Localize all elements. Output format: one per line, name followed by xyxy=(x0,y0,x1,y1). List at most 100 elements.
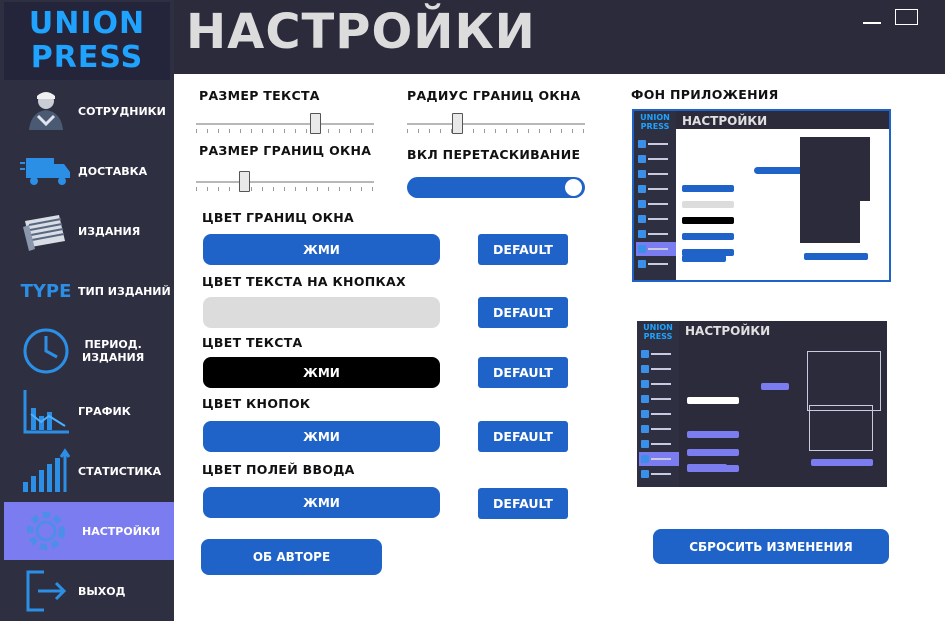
border-color-label: ЦВЕТ ГРАНИЦ ОКНА xyxy=(202,210,354,225)
input-color-default-button[interactable]: DEFAULT xyxy=(478,488,568,519)
statistics-icon xyxy=(20,448,72,494)
sidebar-item-publication-types[interactable]: TYPE ТИП ИЗДАНИЙ xyxy=(4,262,174,320)
logo-line-1: UNION xyxy=(28,6,146,41)
preview-about-button xyxy=(687,464,727,471)
clock-icon xyxy=(20,328,72,374)
slider-thumb[interactable] xyxy=(452,113,463,134)
about-author-button[interactable]: ОБ АВТОРЕ xyxy=(201,539,382,575)
sidebar-item-label: ДОСТАВКА xyxy=(78,164,148,178)
border-size-label: РАЗМЕР ГРАНИЦ ОКНА xyxy=(199,143,372,158)
preview-nav-item xyxy=(636,167,676,181)
preview-nav-item xyxy=(639,422,679,436)
toggle-knob xyxy=(565,179,582,196)
sidebar-item-employees[interactable]: СОТРУДНИКИ xyxy=(4,82,174,140)
slider-track xyxy=(407,123,585,125)
sidebar-item-label: ВЫХОД xyxy=(78,584,126,598)
app-logo: UNION PRESS xyxy=(4,2,170,80)
sidebar-item-delivery[interactable]: ДОСТАВКА xyxy=(4,142,174,200)
border-color-default-button[interactable]: DEFAULT xyxy=(478,234,568,265)
button-color-button[interactable]: ЖМИ xyxy=(203,421,440,452)
input-color-label: ЦВЕТ ПОЛЕЙ ВВОДА xyxy=(202,462,355,477)
text-size-label: РАЗМЕР ТЕКСТА xyxy=(199,88,320,103)
preview-button xyxy=(682,217,734,224)
preview-nav-item xyxy=(636,227,676,241)
gear-icon xyxy=(20,508,72,554)
preview-nav-item xyxy=(639,377,679,391)
maximize-button[interactable] xyxy=(895,9,918,25)
exit-icon xyxy=(20,568,72,614)
sidebar: UNION PRESS СОТРУДНИКИ ДОСТАВКА ИЗДАНИЯ … xyxy=(0,0,174,621)
truck-icon xyxy=(20,148,72,194)
slider-track xyxy=(196,123,374,125)
preview-nav-item xyxy=(636,152,676,166)
drag-toggle[interactable] xyxy=(407,177,585,198)
border-size-slider[interactable] xyxy=(196,169,374,195)
sidebar-item-label: НАСТРОЙКИ xyxy=(82,524,161,538)
sidebar-item-settings[interactable]: НАСТРОЙКИ xyxy=(4,502,174,560)
sidebar-item-periodicals[interactable]: ПЕРИОД. ИЗДАНИЯ xyxy=(4,322,174,380)
preview-reset-button xyxy=(804,253,868,260)
dark-theme-preview[interactable]: UNION PRESS НАСТРОЙКИ xyxy=(637,321,887,487)
preview-nav-item xyxy=(636,257,676,271)
workers-icon xyxy=(20,88,72,134)
preview-button xyxy=(687,397,739,404)
text-color-button[interactable]: ЖМИ xyxy=(203,357,440,388)
sidebar-item-label-line-1: ПЕРИОД. xyxy=(84,338,142,351)
sidebar-item-label: ГРАФИК xyxy=(78,404,131,418)
sidebar-item-publications[interactable]: ИЗДАНИЯ xyxy=(4,202,174,260)
preview-nav-item xyxy=(636,242,676,256)
preview-window xyxy=(807,351,881,411)
border-color-button[interactable]: ЖМИ xyxy=(203,234,440,265)
slider-ticks xyxy=(196,129,374,133)
type-icon: TYPE xyxy=(20,280,72,302)
logo-line-2: PRESS xyxy=(30,40,144,75)
preview-button xyxy=(687,449,739,456)
preview-title: НАСТРОЙКИ xyxy=(685,324,771,338)
button-color-label: ЦВЕТ КНОПОК xyxy=(202,396,311,411)
background-label: ФОН ПРИЛОЖЕНИЯ xyxy=(631,87,779,102)
drag-label: ВКЛ ПЕРЕТАСКИВАНИЕ xyxy=(407,147,581,162)
preview-reset-button xyxy=(811,459,873,466)
newspaper-icon xyxy=(20,208,72,254)
button-text-color-label: ЦВЕТ ТЕКСТА НА КНОПКАХ xyxy=(202,274,406,289)
preview-toggle xyxy=(754,167,804,174)
preview-window xyxy=(800,137,870,201)
sidebar-item-exit[interactable]: ВЫХОД xyxy=(4,562,174,620)
sidebar-item-graph[interactable]: ГРАФИК xyxy=(4,382,174,440)
slider-thumb[interactable] xyxy=(310,113,321,134)
input-color-button[interactable]: ЖМИ xyxy=(203,487,440,518)
preview-main xyxy=(676,129,889,280)
preview-nav-item xyxy=(639,407,679,421)
text-color-default-button[interactable]: DEFAULT xyxy=(478,357,568,388)
preview-nav-item xyxy=(639,467,679,481)
slider-thumb[interactable] xyxy=(239,171,250,192)
slider-ticks xyxy=(407,129,585,133)
preview-nav-item xyxy=(636,197,676,211)
radius-slider[interactable] xyxy=(407,111,585,137)
preview-button xyxy=(682,185,734,192)
button-text-color-default-button[interactable]: DEFAULT xyxy=(478,297,568,328)
preview-button xyxy=(682,233,734,240)
preview-nav-item xyxy=(639,452,679,466)
preview-nav-item xyxy=(639,392,679,406)
radius-label: РАДИУС ГРАНИЦ ОКНА xyxy=(407,88,581,103)
sidebar-item-label-line-2: ИЗДАНИЯ xyxy=(82,351,145,364)
button-color-default-button[interactable]: DEFAULT xyxy=(478,421,568,452)
slider-track xyxy=(196,181,374,183)
header: НАСТРОЙКИ xyxy=(174,0,945,74)
preview-nav-item xyxy=(636,212,676,226)
reset-changes-button[interactable]: СБРОСИТЬ ИЗМЕНЕНИЯ xyxy=(653,529,889,564)
minimize-button[interactable] xyxy=(863,10,883,24)
preview-about-button xyxy=(682,255,726,262)
settings-panel: РАЗМЕР ТЕКСТА РАЗМЕР ГРАНИЦ ОКНА РАДИУС … xyxy=(174,74,945,621)
sidebar-item-statistics[interactable]: СТАТИСТИКА xyxy=(4,442,174,500)
preview-logo: UNION PRESS xyxy=(643,323,673,341)
preview-window xyxy=(809,405,873,451)
light-theme-preview[interactable]: UNION PRESS НАСТРОЙКИ xyxy=(632,109,891,282)
preview-nav-item xyxy=(636,182,676,196)
button-text-color-button[interactable] xyxy=(203,297,440,328)
sidebar-item-label: ИЗДАНИЯ xyxy=(78,224,141,238)
sidebar-item-label: ТИП ИЗДАНИЙ xyxy=(78,284,171,298)
text-size-slider[interactable] xyxy=(196,111,374,137)
preview-nav-item xyxy=(639,437,679,451)
